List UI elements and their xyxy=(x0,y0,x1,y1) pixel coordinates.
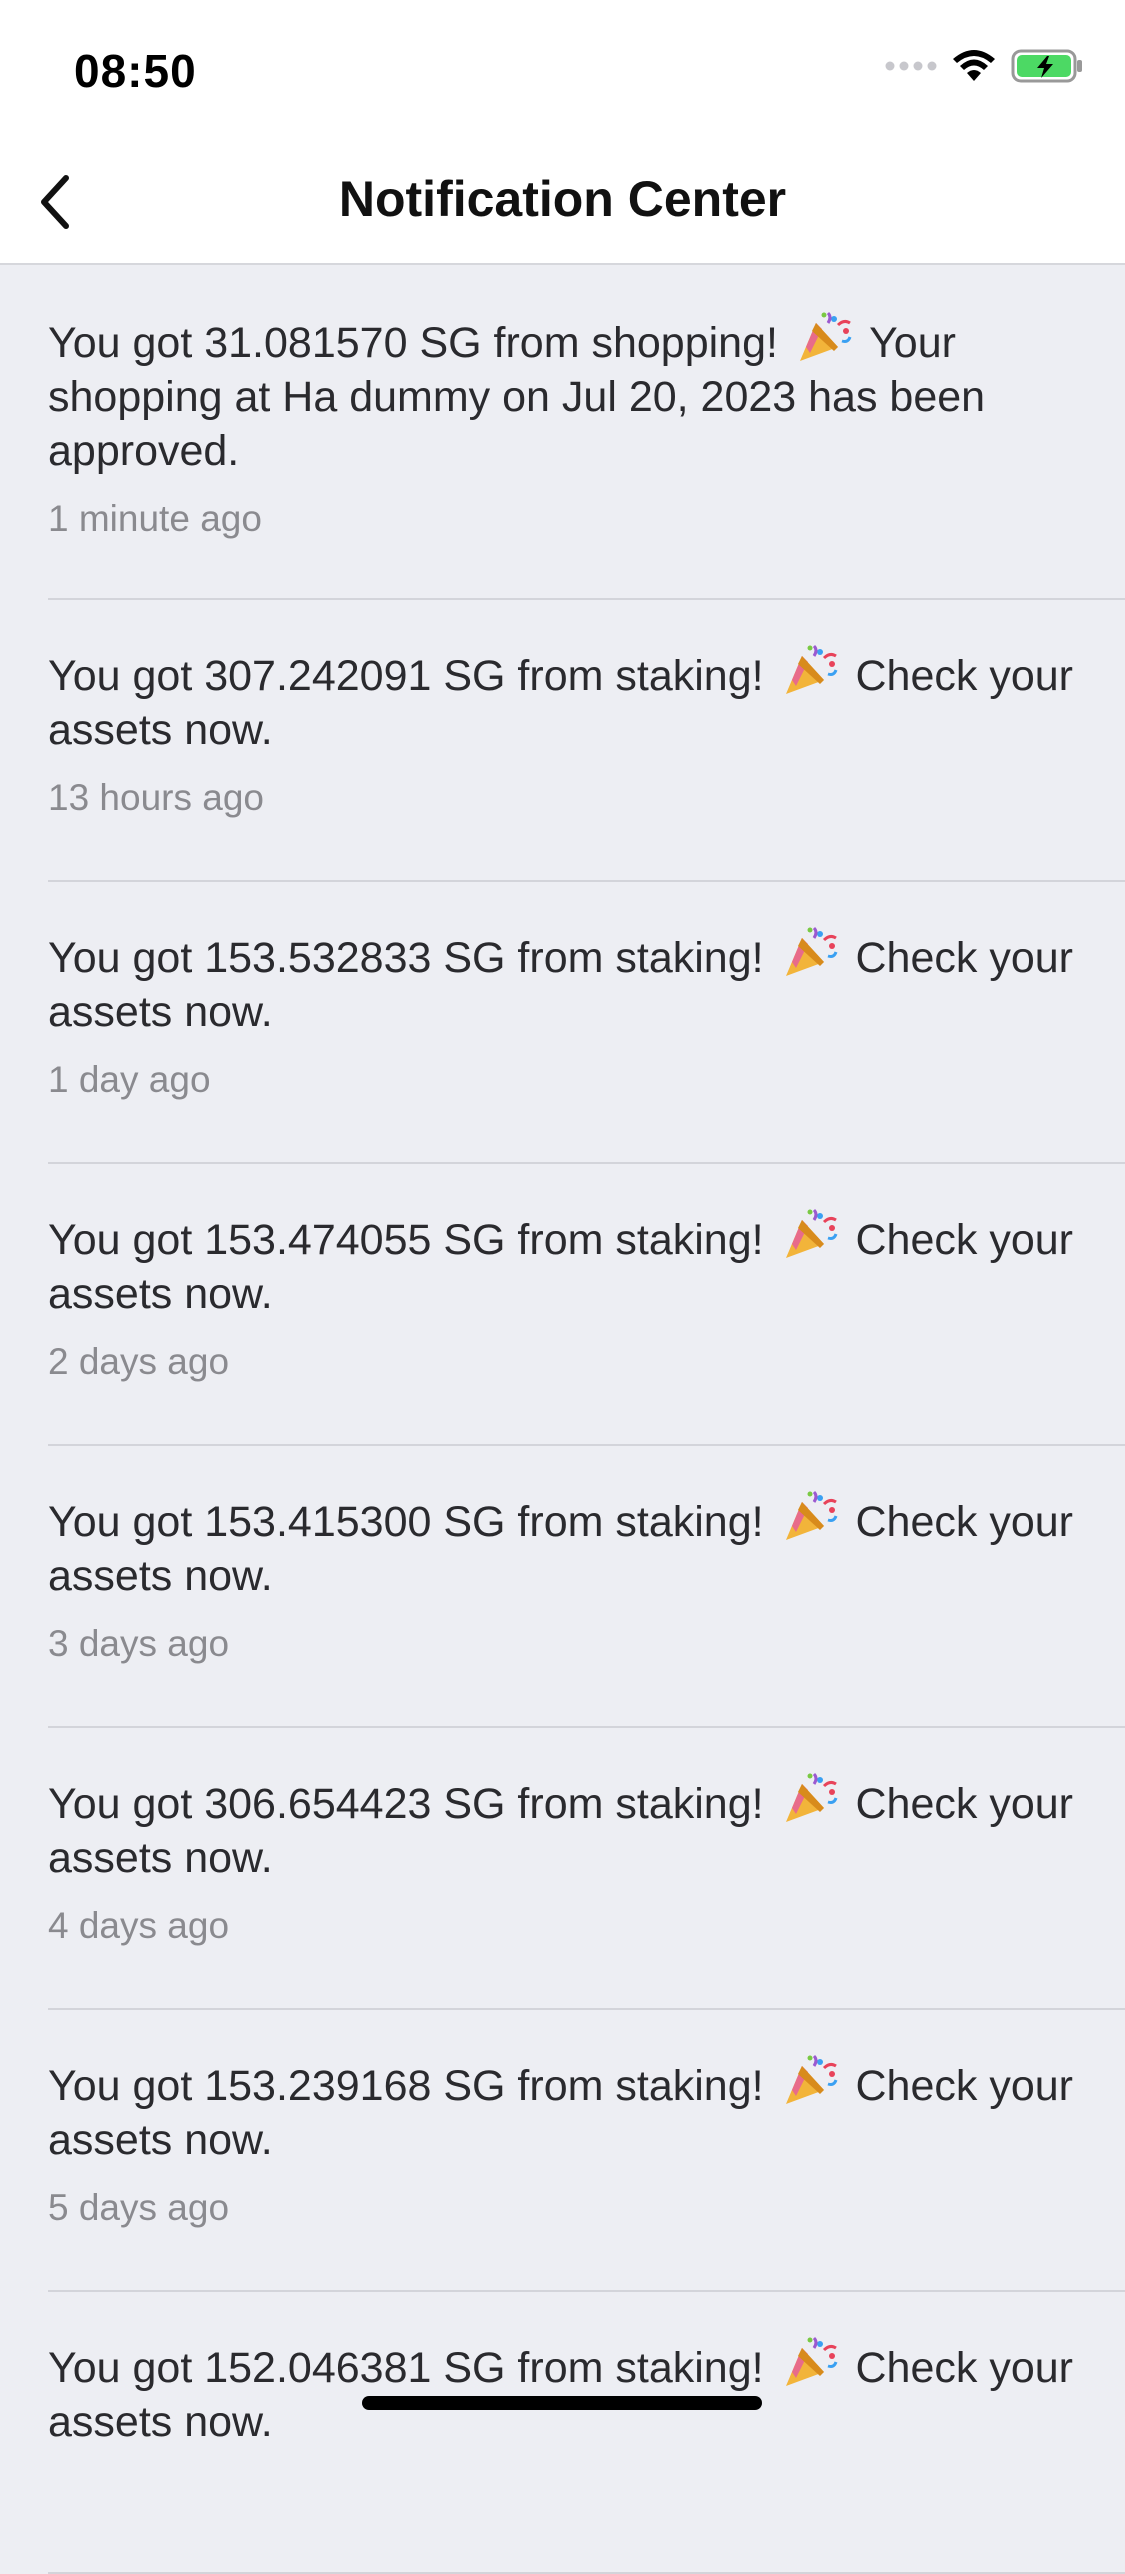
party-popper-icon xyxy=(780,1488,840,1544)
notification-message: You got 306.654423 SG from staking! Chec… xyxy=(48,1770,1085,1885)
wifi-icon xyxy=(953,50,995,81)
notification-item[interactable]: You got 153.532833 SG from staking! Chec… xyxy=(0,882,1125,1164)
notification-message-lead: You got 31.081570 SG from shopping! xyxy=(48,319,778,367)
notification-message: You got 153.415300 SG from staking! Chec… xyxy=(48,1488,1085,1603)
home-indicator xyxy=(362,2396,762,2410)
notification-message-lead: You got 307.242091 SG from staking! xyxy=(48,652,764,700)
notification-timestamp: 5 days ago xyxy=(48,2187,230,2228)
party-popper-icon xyxy=(780,642,840,698)
notification-item[interactable]: You got 307.242091 SG from staking! Chec… xyxy=(0,600,1125,882)
notification-message-lead: You got 153.415300 SG from staking! xyxy=(48,1498,764,1546)
battery-charging-icon xyxy=(1011,49,1082,83)
notification-message: You got 307.242091 SG from staking! Chec… xyxy=(48,642,1085,757)
signal-dots-icon xyxy=(885,61,937,71)
status-bar: 08:50 xyxy=(0,0,1125,140)
party-popper-icon xyxy=(780,1206,840,1262)
status-time: 08:50 xyxy=(74,45,197,97)
notification-message: You got 152.046381 SG from staking! Chec… xyxy=(48,2334,1085,2449)
notification-message-lead: You got 306.654423 SG from staking! xyxy=(48,1780,764,1828)
notification-item[interactable]: You got 306.654423 SG from staking! Chec… xyxy=(0,1728,1125,2010)
navigation-bar: Notification Center xyxy=(0,140,1125,265)
notification-timestamp: 2 days ago xyxy=(48,1341,230,1382)
notification-message-lead: You got 153.239168 SG from staking! xyxy=(48,2062,764,2110)
notification-timestamp: 4 days ago xyxy=(48,1905,230,1946)
notification-timestamp: 13 hours ago xyxy=(48,777,265,818)
notification-item[interactable]: You got 31.081570 SG from shopping! Your… xyxy=(0,267,1125,600)
party-popper-icon xyxy=(780,2334,840,2390)
notification-message: You got 153.474055 SG from staking! Chec… xyxy=(48,1206,1085,1321)
party-popper-icon xyxy=(780,2052,840,2108)
notification-item[interactable]: You got 153.474055 SG from staking! Chec… xyxy=(0,1164,1125,1446)
party-popper-icon xyxy=(780,924,840,980)
notification-timestamp: 1 day ago xyxy=(48,1059,211,1100)
notification-item[interactable]: You got 152.046381 SG from staking! Chec… xyxy=(0,2292,1125,2574)
party-popper-icon xyxy=(794,309,854,365)
notification-timestamp: 1 minute ago xyxy=(48,498,262,539)
notification-message: You got 31.081570 SG from shopping! Your… xyxy=(48,309,1085,478)
party-popper-icon xyxy=(780,1770,840,1826)
notification-item[interactable]: You got 153.415300 SG from staking! Chec… xyxy=(0,1446,1125,1728)
notification-message: You got 153.239168 SG from staking! Chec… xyxy=(48,2052,1085,2167)
notification-message-lead: You got 153.532833 SG from staking! xyxy=(48,934,764,982)
notification-timestamp: 3 days ago xyxy=(48,1623,230,1664)
notification-message-lead: You got 152.046381 SG from staking! xyxy=(48,2344,764,2392)
notification-item[interactable]: You got 153.239168 SG from staking! Chec… xyxy=(0,2010,1125,2292)
page-title: Notification Center xyxy=(338,171,787,227)
notification-message-lead: You got 153.474055 SG from staking! xyxy=(48,1216,764,1264)
notification-message: You got 153.532833 SG from staking! Chec… xyxy=(48,924,1085,1039)
status-icons xyxy=(885,48,1085,84)
notification-list[interactable]: You got 31.081570 SG from shopping! Your… xyxy=(0,267,1125,2574)
